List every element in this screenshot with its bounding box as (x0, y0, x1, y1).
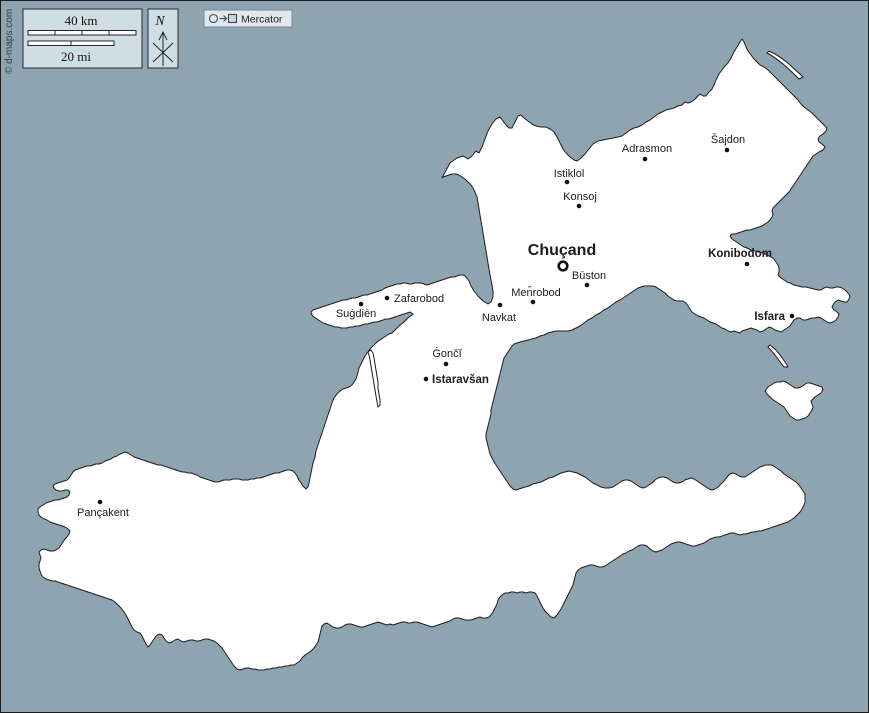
compass-panel: N (148, 9, 178, 68)
city-label: Zafarobod (394, 293, 444, 305)
scale-km-label: 40 km (65, 13, 98, 28)
city-label: Istaravšan (432, 374, 489, 386)
city-dot-marker (565, 180, 570, 185)
city-label: Pançakent (77, 507, 129, 519)
city-dot-marker (498, 303, 503, 308)
city-dot-marker (577, 204, 582, 209)
city-label: Suġdiēn (336, 308, 376, 320)
compass-north-label: N (154, 13, 165, 28)
city-label: Men̂robod (511, 285, 561, 299)
city-dot-marker (643, 157, 648, 162)
projection-label: Mercator (241, 14, 283, 26)
city-dot-marker (98, 500, 103, 505)
city-label: Šajdon (711, 133, 745, 146)
map-page: Istiklol Adrasmon Šajdon Konsoj Chuçand Būsto… (0, 0, 869, 713)
scale-panel: 40 km 20 mi (23, 9, 142, 68)
projected-square-icon (229, 15, 237, 23)
city-label: Ġončĭ (432, 347, 462, 360)
projection-panel: Mercator (204, 10, 292, 27)
attribution: © d-maps.com (4, 9, 15, 74)
city-dot-marker (790, 314, 795, 319)
city-dot-marker (359, 302, 364, 307)
city-dot-marker (725, 148, 730, 153)
city-istaravšan: Istaravšan (424, 374, 489, 386)
city-label: Istiklol (554, 168, 585, 180)
city-dot-marker (424, 377, 429, 382)
city-zafarobod: Zafarobod (385, 293, 444, 305)
city-dot-marker (531, 300, 536, 305)
city-label: Būston (572, 270, 606, 282)
map-canvas: Istiklol Adrasmon Šajdon Konsoj Chuçand Būsto… (0, 0, 869, 713)
city-dot-marker (745, 262, 750, 267)
city-dot-marker (585, 283, 590, 288)
city-label: Konibodom (708, 248, 772, 260)
city-label: Chuçand (528, 242, 596, 259)
city-label: Konsoj (563, 191, 597, 203)
city-dot-marker (385, 296, 390, 301)
scale-mi-label: 20 mi (61, 49, 91, 64)
city-label: Adrasmon (622, 143, 672, 155)
capital-ring-marker (559, 262, 568, 271)
city-dot-marker (444, 362, 449, 367)
city-label: Isfara (754, 311, 785, 323)
city-label: Navkat (482, 312, 516, 324)
